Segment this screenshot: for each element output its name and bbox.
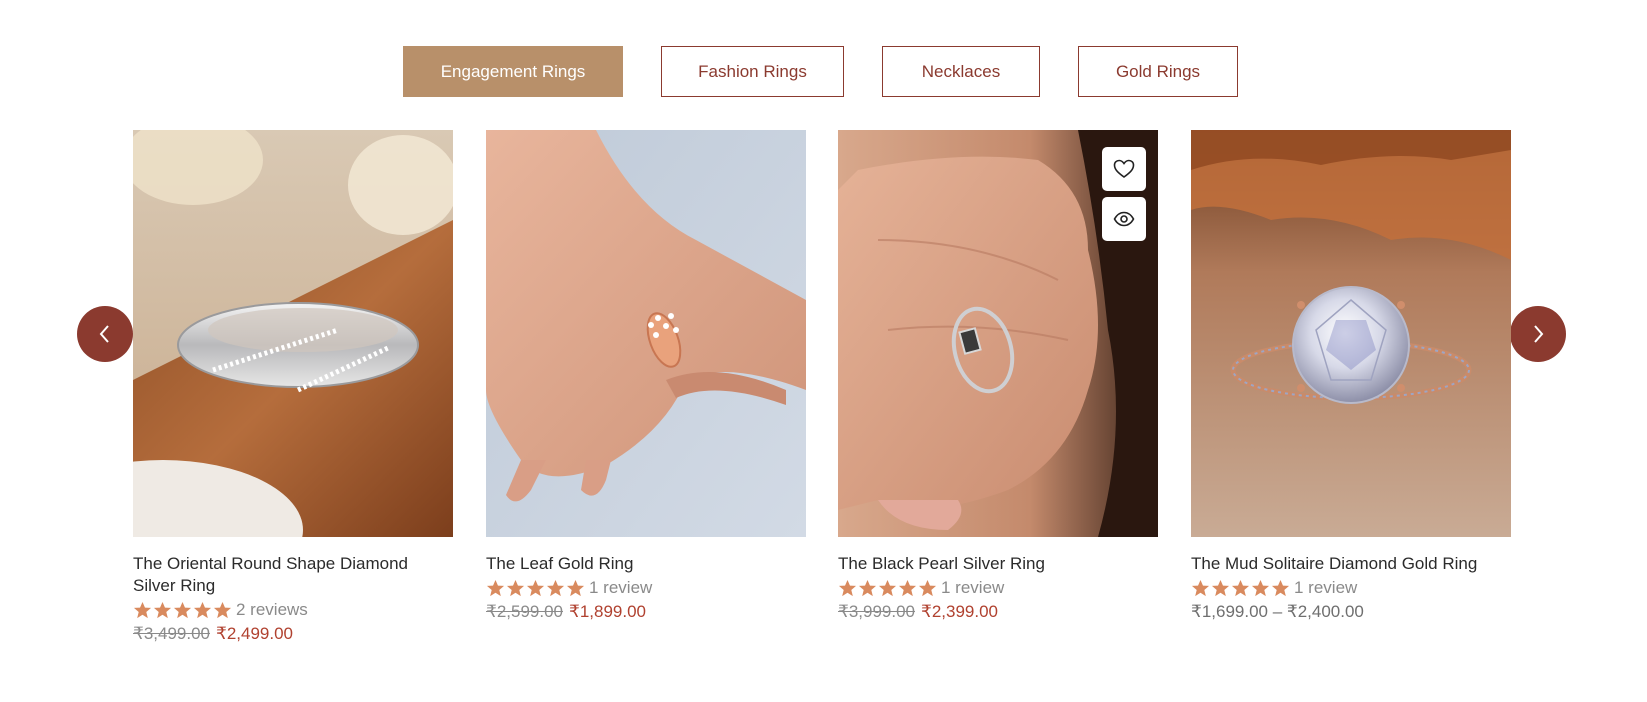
product-image[interactable]	[133, 130, 453, 537]
star-icon	[173, 601, 192, 618]
carousel-next-button[interactable]	[1510, 306, 1566, 362]
tab-fashion-rings[interactable]: Fashion Rings	[661, 46, 844, 97]
review-count[interactable]: 2 reviews	[236, 600, 308, 620]
tab-necklaces[interactable]: Necklaces	[882, 46, 1040, 97]
quick-view-button[interactable]	[1102, 197, 1146, 241]
star-icon	[546, 579, 565, 596]
heart-icon	[1113, 159, 1135, 178]
sale-price: ₹2,499.00	[216, 624, 293, 643]
star-rating	[838, 579, 937, 598]
star-icon	[213, 601, 232, 618]
wishlist-button[interactable]	[1102, 147, 1146, 191]
star-icon	[878, 579, 897, 596]
chevron-left-icon	[99, 325, 109, 343]
star-icon	[918, 579, 937, 596]
product-rating: 1 review	[838, 577, 1158, 599]
star-rating	[486, 579, 585, 598]
product-card[interactable]: The Leaf Gold Ring 1 review ₹2,599.00 ₹1,…	[486, 130, 806, 623]
eye-icon	[1113, 211, 1135, 227]
category-tabs: Engagement Rings Fashion Rings Necklaces…	[0, 46, 1647, 97]
product-name[interactable]: The Black Pearl Silver Ring	[838, 553, 1158, 575]
star-icon	[506, 579, 525, 596]
product-price: ₹2,599.00 ₹1,899.00	[486, 601, 806, 623]
original-price: ₹3,999.00	[838, 602, 915, 621]
review-count[interactable]: 1 review	[941, 578, 1004, 598]
sale-price: ₹2,399.00	[921, 602, 998, 621]
price-range: ₹1,699.00 – ₹2,400.00	[1191, 602, 1364, 621]
star-icon	[153, 601, 172, 618]
tab-engagement-rings[interactable]: Engagement Rings	[403, 46, 623, 97]
product-rating: 2 reviews	[133, 599, 453, 621]
star-icon	[898, 579, 917, 596]
star-icon	[858, 579, 877, 596]
product-price: ₹3,999.00 ₹2,399.00	[838, 601, 1158, 623]
product-price: ₹3,499.00 ₹2,499.00	[133, 623, 453, 645]
star-icon	[1211, 579, 1230, 596]
product-name[interactable]: The Oriental Round Shape Diamond Silver …	[133, 553, 453, 597]
review-count[interactable]: 1 review	[1294, 578, 1357, 598]
product-card[interactable]: The Black Pearl Silver Ring 1 review ₹3,…	[838, 130, 1158, 623]
product-image[interactable]	[1191, 130, 1511, 537]
product-price: ₹1,699.00 – ₹2,400.00	[1191, 601, 1511, 623]
chevron-right-icon	[1534, 325, 1544, 343]
product-name[interactable]: The Leaf Gold Ring	[486, 553, 806, 575]
original-price: ₹3,499.00	[133, 624, 210, 643]
product-name[interactable]: The Mud Solitaire Diamond Gold Ring	[1191, 553, 1511, 575]
product-card[interactable]: The Oriental Round Shape Diamond Silver …	[133, 130, 453, 645]
sale-price: ₹1,899.00	[569, 602, 646, 621]
star-icon	[838, 579, 857, 596]
product-rating: 1 review	[1191, 577, 1511, 599]
tab-gold-rings[interactable]: Gold Rings	[1078, 46, 1238, 97]
star-icon	[1251, 579, 1270, 596]
product-image[interactable]	[486, 130, 806, 537]
star-rating	[1191, 579, 1290, 598]
original-price: ₹2,599.00	[486, 602, 563, 621]
star-icon	[566, 579, 585, 596]
product-rating: 1 review	[486, 577, 806, 599]
review-count[interactable]: 1 review	[589, 578, 652, 598]
star-icon	[133, 601, 152, 618]
product-image[interactable]	[838, 130, 1158, 537]
star-icon	[1191, 579, 1210, 596]
star-icon	[193, 601, 212, 618]
star-icon	[526, 579, 545, 596]
star-rating	[133, 601, 232, 620]
star-icon	[486, 579, 505, 596]
carousel-prev-button[interactable]	[77, 306, 133, 362]
star-icon	[1231, 579, 1250, 596]
star-icon	[1271, 579, 1290, 596]
product-card[interactable]: The Mud Solitaire Diamond Gold Ring 1 re…	[1191, 130, 1511, 623]
